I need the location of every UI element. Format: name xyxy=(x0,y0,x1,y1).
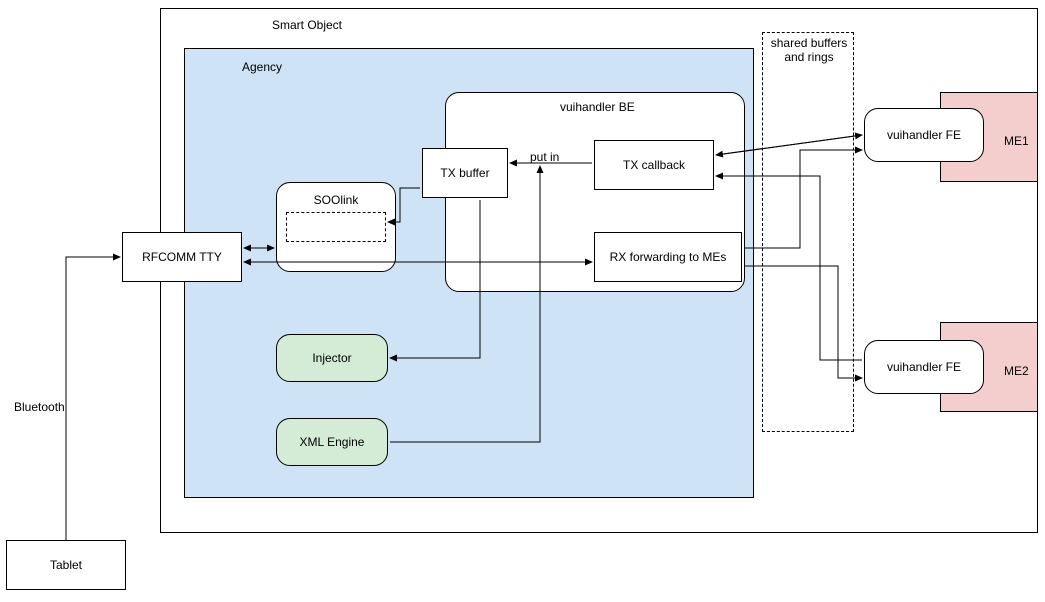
tx-callback-node: TX callback xyxy=(594,140,714,190)
soolink-label: SOOlink xyxy=(314,193,359,207)
shared-buffers-label: shared buffers and rings xyxy=(768,36,850,64)
vuihandler-fe-2-label: vuihandler FE xyxy=(887,360,961,374)
injector-node: Injector xyxy=(276,334,388,382)
tx-buffer-label: TX buffer xyxy=(440,166,489,180)
injector-label: Injector xyxy=(312,351,351,365)
me1-label: ME1 xyxy=(1004,134,1029,148)
rfcomm-tty-label: RFCOMM TTY xyxy=(142,250,222,264)
vuihandler-fe-1-label: vuihandler FE xyxy=(887,128,961,142)
bluetooth-label: Bluetooth xyxy=(14,400,65,414)
put-in-label: put in xyxy=(530,150,559,164)
tablet-node: Tablet xyxy=(6,540,126,590)
tx-callback-label: TX callback xyxy=(623,158,685,172)
tablet-label: Tablet xyxy=(50,558,82,572)
soolink-inner xyxy=(286,212,386,242)
xml-engine-node: XML Engine xyxy=(276,418,388,466)
rx-forwarding-label: RX forwarding to MEs xyxy=(610,250,727,264)
agency-label: Agency xyxy=(242,60,282,74)
vuihandler-fe-1: vuihandler FE xyxy=(864,108,984,162)
vuihandler-fe-2: vuihandler FE xyxy=(864,340,984,394)
rx-forwarding-node: RX forwarding to MEs xyxy=(594,232,742,282)
me2-label: ME2 xyxy=(1004,364,1029,378)
xml-engine-label: XML Engine xyxy=(300,435,365,449)
tx-buffer-node: TX buffer xyxy=(422,148,508,198)
smart-object-label: Smart Object xyxy=(272,18,342,32)
shared-buffers-container xyxy=(762,32,854,432)
vuihandler-be-label: vuihandler BE xyxy=(560,100,635,114)
rfcomm-tty-node: RFCOMM TTY xyxy=(122,232,242,282)
